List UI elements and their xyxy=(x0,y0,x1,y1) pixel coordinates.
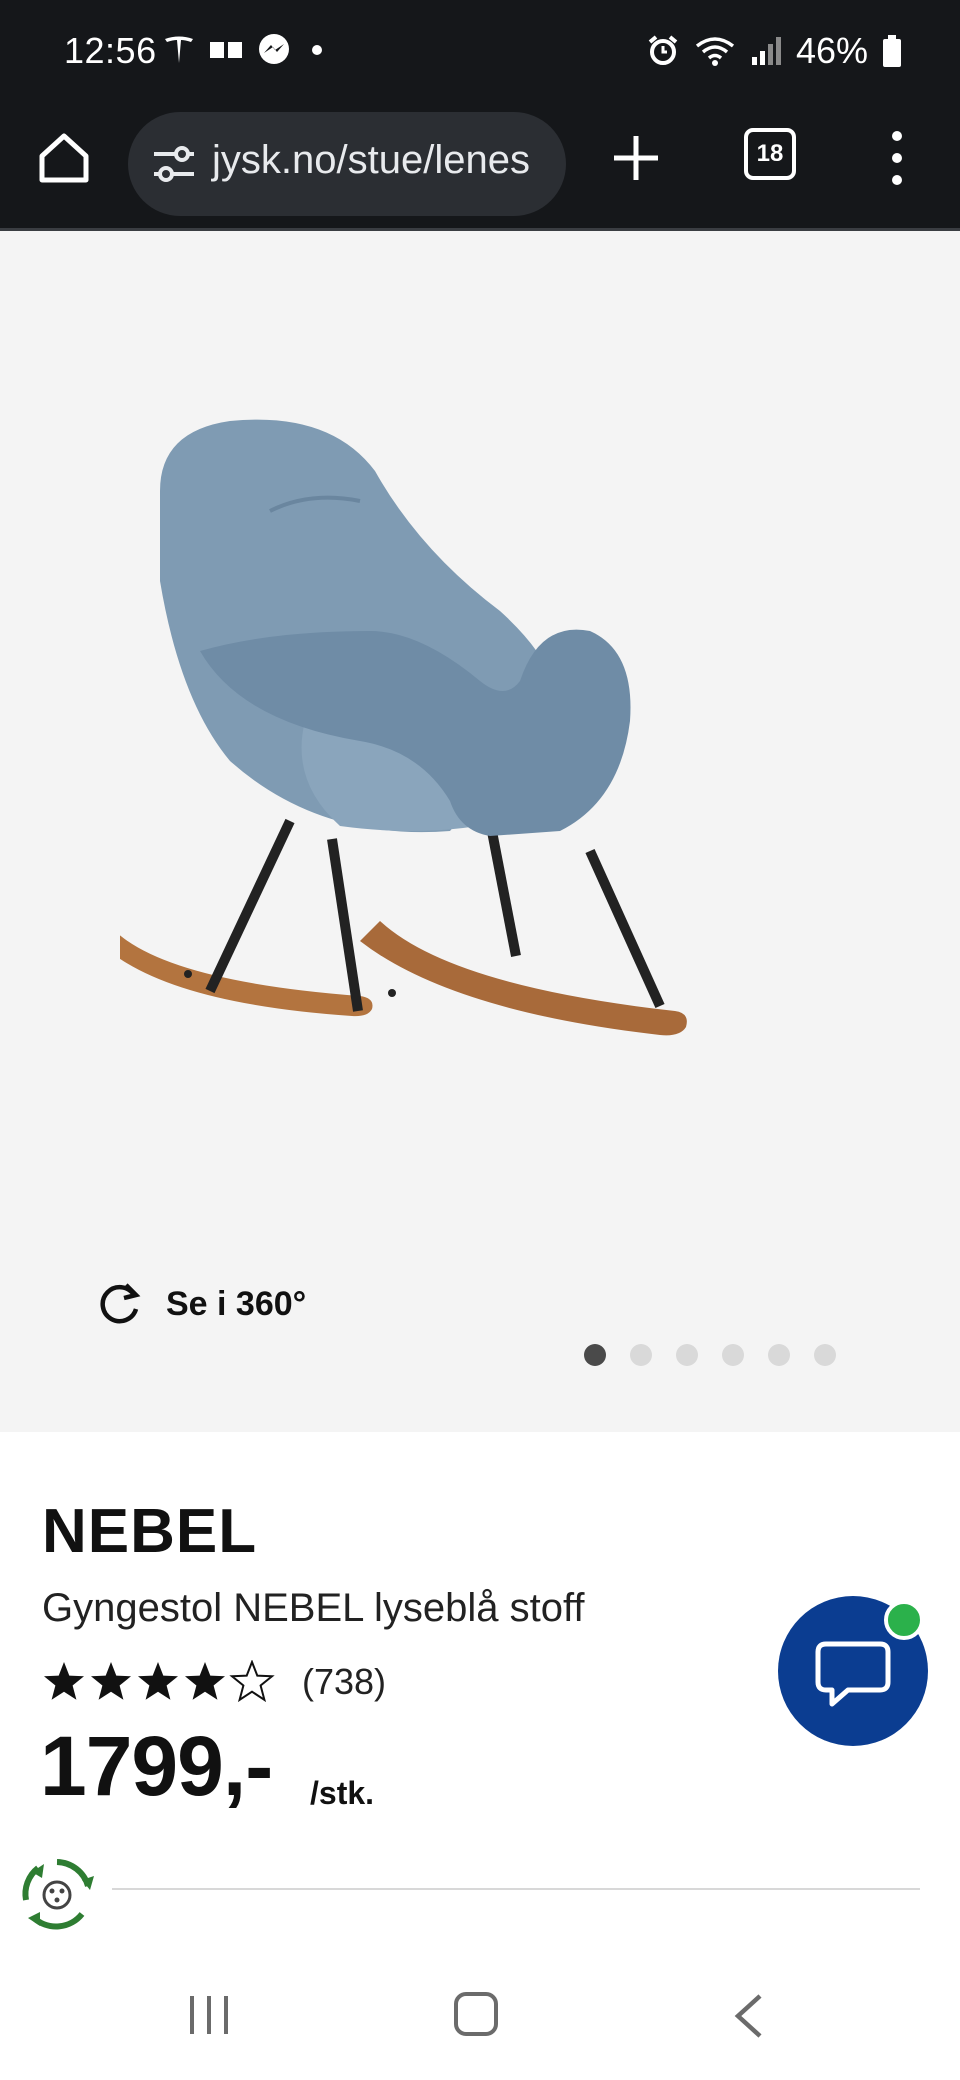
url-text[interactable]: jysk.no/stue/lenes xyxy=(212,138,530,183)
plus-icon[interactable] xyxy=(608,130,664,186)
product-name: Gyngestol NEBEL lyseblå stoff xyxy=(42,1586,585,1630)
signal-icon xyxy=(751,37,781,65)
section-divider xyxy=(112,1888,920,1890)
star-rating-icon xyxy=(44,1661,273,1701)
review-count[interactable]: (738) xyxy=(302,1661,386,1703)
dot-icon xyxy=(312,45,322,55)
carousel-dot[interactable] xyxy=(676,1344,698,1366)
tesla-icon xyxy=(165,36,193,63)
rotate-icon xyxy=(100,1283,141,1324)
carousel-dot[interactable] xyxy=(630,1344,652,1366)
status-bar: 12:56 46% xyxy=(0,0,960,104)
status-time: 12:56 xyxy=(64,30,157,71)
home-icon[interactable] xyxy=(34,128,94,188)
system-navigation-bar xyxy=(0,1960,960,2080)
voicemail-icon xyxy=(210,42,242,58)
product-image-rocking-chair[interactable] xyxy=(120,381,840,1101)
status-notification-icons xyxy=(162,32,330,68)
battery-percent: 46% xyxy=(795,30,868,71)
browser-toolbar: jysk.no/stue/lenes 18 xyxy=(0,104,960,231)
circular-economy-icon xyxy=(22,1859,94,1930)
carousel-indicators[interactable] xyxy=(584,1344,836,1366)
wifi-icon xyxy=(695,37,735,66)
more-vert-icon[interactable] xyxy=(882,126,912,192)
view-360-label: Se i 360° xyxy=(166,1284,307,1323)
messenger-icon xyxy=(259,34,289,64)
carousel-dot[interactable] xyxy=(768,1344,790,1366)
battery-icon xyxy=(883,35,901,67)
recents-icon[interactable] xyxy=(186,1994,232,2036)
price-unit: /stk. xyxy=(310,1775,375,1811)
carousel-dot[interactable] xyxy=(584,1344,606,1366)
chat-online-indicator xyxy=(884,1600,924,1640)
product-gallery[interactable]: Se i 360° xyxy=(0,231,960,1432)
carousel-dot[interactable] xyxy=(722,1344,744,1366)
alarm-icon xyxy=(648,35,678,65)
carousel-dot[interactable] xyxy=(814,1344,836,1366)
tabs-icon[interactable]: 18 xyxy=(744,128,796,180)
status-system-icons: 46% xyxy=(646,30,902,72)
product-brand: NEBEL xyxy=(42,1497,258,1566)
address-bar[interactable]: jysk.no/stue/lenes xyxy=(128,112,566,216)
back-icon[interactable] xyxy=(730,1992,766,2040)
site-settings-icon[interactable] xyxy=(152,144,196,184)
home-nav-icon[interactable] xyxy=(454,1992,498,2036)
product-rating[interactable]: (738) xyxy=(42,1660,386,1704)
product-price: 1799,- xyxy=(40,1719,273,1813)
view-360-button[interactable]: Se i 360° xyxy=(96,1281,306,1327)
